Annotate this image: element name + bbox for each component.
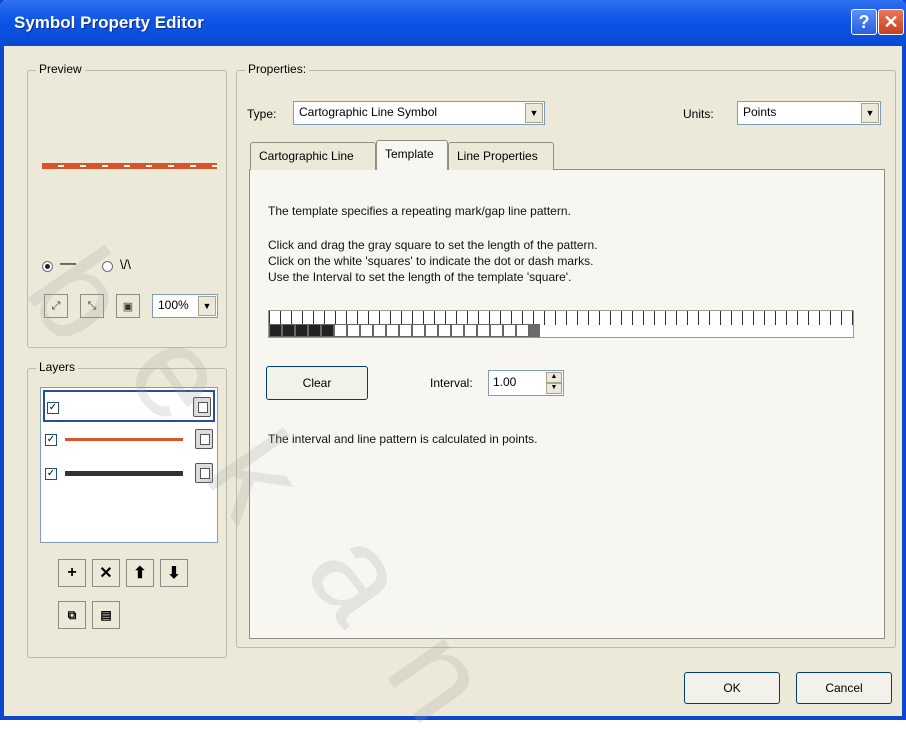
chevron-down-icon[interactable]: ▼ — [861, 103, 879, 123]
layers-label: Layers — [36, 360, 79, 374]
template-cell[interactable] — [477, 324, 490, 337]
paste-layer-button[interactable]: ▤ — [92, 601, 120, 629]
zoom-value: 100% — [158, 298, 189, 312]
interval-value: 1.00 — [493, 375, 517, 389]
template-cell[interactable] — [412, 324, 425, 337]
layer-swatch — [65, 471, 183, 476]
pattern-length-handle[interactable] — [529, 324, 540, 337]
template-cell[interactable] — [425, 324, 438, 337]
lock-icon[interactable] — [193, 397, 211, 417]
zoom-in-icon: ⤢ — [51, 299, 61, 312]
layer-swatch — [65, 438, 183, 441]
line-preview-radio[interactable] — [42, 261, 53, 272]
preview-label: Preview — [36, 62, 85, 76]
title-bar[interactable]: Symbol Property Editor ? ✕ — [0, 0, 906, 46]
ruler-major-ticks — [269, 311, 853, 323]
layer-visible-checkbox[interactable]: ✓ — [45, 434, 57, 446]
tab-template[interactable]: Template — [376, 140, 448, 170]
template-cell[interactable] — [490, 324, 503, 337]
layer-visible-checkbox[interactable]: ✓ — [47, 402, 59, 414]
plus-icon: + — [67, 564, 77, 581]
template-cell[interactable] — [399, 324, 412, 337]
units-value: Points — [743, 105, 777, 119]
units-select[interactable]: Points ▼ — [737, 101, 881, 125]
layers-list[interactable]: ✓ ✓ ✓ — [40, 387, 218, 543]
chevron-down-icon[interactable]: ▼ — [525, 103, 543, 123]
template-tab-panel: Cartographic Line Template Line Properti… — [249, 140, 885, 639]
zoom-select[interactable]: 100% ▼ — [152, 294, 218, 318]
actual-size-icon: ▣ — [122, 300, 134, 313]
template-pattern-editor[interactable] — [268, 310, 854, 338]
template-cell[interactable] — [373, 324, 386, 337]
add-layer-button[interactable]: + — [58, 559, 86, 587]
copy-icon: ⧉ — [67, 607, 77, 622]
template-cell[interactable] — [334, 324, 347, 337]
window-title: Symbol Property Editor — [14, 13, 204, 32]
chevron-down-icon[interactable]: ▼ — [198, 296, 216, 316]
actual-size-button[interactable]: ▣ — [116, 294, 140, 318]
interval-footer-note: The interval and line pattern is calcula… — [268, 432, 538, 446]
interval-label: Interval: — [430, 376, 473, 390]
layer-item-2[interactable]: ✓ — [43, 424, 215, 456]
layer-item-3[interactable]: ✓ — [43, 458, 215, 490]
spin-down-icon[interactable]: ▼ — [546, 383, 562, 394]
type-label: Type: — [247, 107, 277, 121]
template-cell[interactable] — [282, 324, 295, 337]
template-cell[interactable] — [347, 324, 360, 337]
template-cell[interactable] — [451, 324, 464, 337]
properties-label: Properties: — [245, 62, 310, 76]
close-button[interactable]: ✕ — [878, 9, 904, 35]
zoom-out-icon: ⤡ — [87, 299, 97, 312]
lock-icon[interactable] — [195, 429, 213, 449]
wave-preview-radio[interactable] — [102, 261, 113, 272]
preview-group: Preview — \/\ ⤢ ⤡ ▣ 100% ▼ — [27, 62, 227, 348]
type-value: Cartographic Line Symbol — [299, 105, 438, 119]
layer-visible-checkbox[interactable]: ✓ — [45, 468, 57, 480]
template-cell[interactable] — [360, 324, 373, 337]
template-cell[interactable] — [269, 324, 282, 337]
zoom-out-button[interactable]: ⤡ — [80, 294, 104, 318]
remove-icon: ✕ — [99, 565, 113, 582]
units-label: Units: — [683, 107, 714, 121]
template-cell[interactable] — [516, 324, 529, 337]
symbol-property-editor-window: Symbol Property Editor ? ✕ Preview — \/\… — [0, 0, 906, 746]
properties-group: Properties: Type: Cartographic Line Symb… — [236, 62, 896, 648]
help-button[interactable]: ? — [851, 9, 877, 35]
spin-up-icon[interactable]: ▲ — [546, 372, 562, 383]
layer-item-1[interactable]: ✓ — [43, 390, 215, 422]
ok-button[interactable]: OK — [684, 672, 780, 704]
template-description: The template specifies a repeating mark/… — [268, 204, 571, 218]
template-cell[interactable] — [308, 324, 321, 337]
line-preview-glyph: — — [60, 255, 76, 272]
zoom-in-button[interactable]: ⤢ — [44, 294, 68, 318]
move-layer-down-button[interactable]: ⬇ — [160, 559, 188, 587]
cancel-button[interactable]: Cancel — [796, 672, 892, 704]
template-cell[interactable] — [321, 324, 334, 337]
template-cells[interactable] — [269, 324, 855, 337]
layers-group: Layers ✓ ✓ ✓ + ✕ ⬆ ⬇ ⧉ ▤ — [27, 360, 227, 658]
copy-layer-button[interactable]: ⧉ — [58, 601, 86, 629]
template-cell[interactable] — [464, 324, 477, 337]
instruction-line-1: Click and drag the gray square to set th… — [268, 238, 598, 252]
type-select[interactable]: Cartographic Line Symbol ▼ — [293, 101, 545, 125]
template-cell[interactable] — [438, 324, 451, 337]
preview-line-sample — [42, 163, 217, 169]
template-cell[interactable] — [386, 324, 399, 337]
clear-button[interactable]: Clear — [266, 366, 368, 400]
tab-cartographic-line[interactable]: Cartographic Line — [250, 142, 376, 170]
instruction-line-3: Use the Interval to set the length of th… — [268, 270, 572, 284]
instruction-line-2: Click on the white 'squares' to indicate… — [268, 254, 594, 268]
arrow-up-icon: ⬆ — [133, 565, 147, 582]
arrow-down-icon: ⬇ — [167, 565, 181, 582]
tab-line-properties[interactable]: Line Properties — [448, 142, 554, 170]
interval-input[interactable]: 1.00 ▲ ▼ — [488, 370, 564, 396]
interval-spinner[interactable]: ▲ ▼ — [546, 372, 562, 394]
remove-layer-button[interactable]: ✕ — [92, 559, 120, 587]
move-layer-up-button[interactable]: ⬆ — [126, 559, 154, 587]
template-cell[interactable] — [503, 324, 516, 337]
template-cell[interactable] — [295, 324, 308, 337]
lock-icon[interactable] — [195, 463, 213, 483]
wave-preview-glyph: \/\ — [120, 257, 131, 272]
paste-icon: ▤ — [100, 608, 112, 622]
